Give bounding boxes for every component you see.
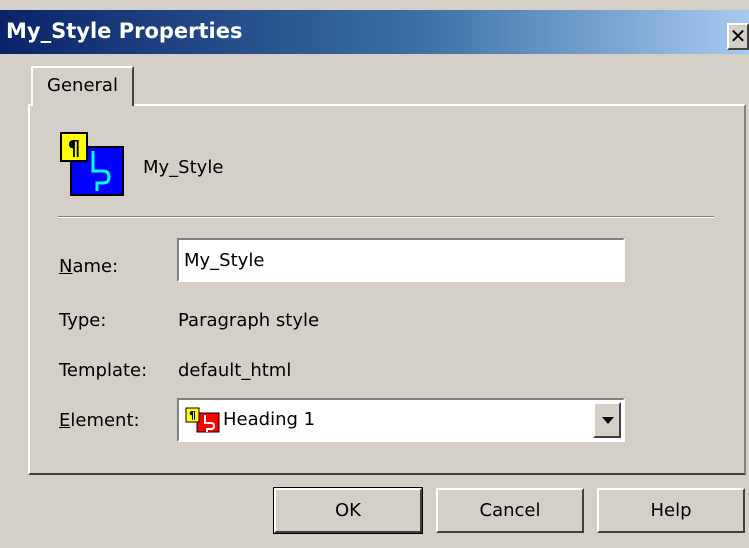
- name-input[interactable]: [177, 238, 625, 282]
- type-value: Paragraph style: [178, 310, 320, 331]
- close-icon: ✕: [729, 24, 747, 48]
- separator: [58, 216, 714, 218]
- template-value: default_html: [178, 360, 292, 381]
- chevron-down-icon: [602, 417, 614, 424]
- template-label: Template:: [59, 360, 148, 381]
- help-button[interactable]: Help: [597, 488, 745, 533]
- type-label: Type:: [59, 310, 107, 331]
- paragraph-style-icon: ¶: [60, 132, 124, 196]
- properties-dialog: My_Style Properties ✕ General ¶ My_Style…: [0, 0, 749, 548]
- paragraph-style-icon: ¶: [185, 407, 220, 433]
- tab-general-label: General: [47, 75, 118, 96]
- style-name-heading: My_Style: [143, 157, 224, 178]
- close-button[interactable]: ✕: [727, 23, 749, 50]
- element-select[interactable]: ¶ Heading 1: [177, 398, 625, 442]
- ok-button[interactable]: OK: [273, 487, 423, 534]
- title-bar[interactable]: My_Style Properties ✕: [0, 10, 749, 54]
- window-title: My_Style Properties: [6, 19, 243, 43]
- svg-text:¶: ¶: [189, 409, 196, 422]
- cancel-button[interactable]: Cancel: [436, 488, 584, 533]
- element-label: Element:: [59, 410, 140, 431]
- name-label: Name:: [59, 256, 119, 277]
- tab-general[interactable]: General: [31, 66, 134, 106]
- element-select-value: Heading 1: [223, 409, 316, 430]
- element-dropdown-button[interactable]: [593, 402, 621, 438]
- svg-text:¶: ¶: [68, 136, 81, 160]
